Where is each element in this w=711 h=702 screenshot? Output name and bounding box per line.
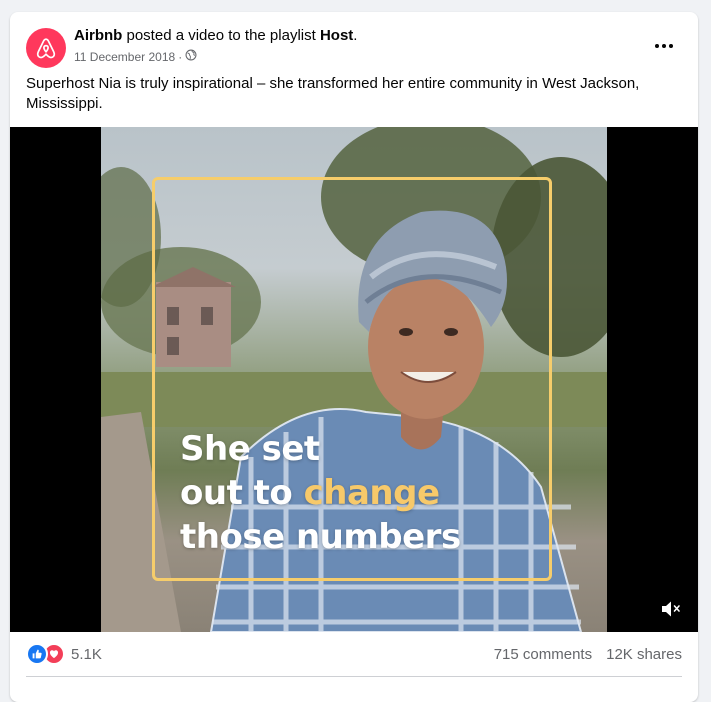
more-options-button[interactable] [646, 34, 682, 58]
page-avatar[interactable] [26, 28, 66, 68]
overlay-highlight-word: change [303, 473, 440, 513]
post-author-line: Airbnb posted a video to the playlist Ho… [74, 26, 357, 46]
overlay-line-3: those numbers [180, 517, 461, 557]
comments-count-link[interactable]: 715 comments [494, 646, 592, 663]
post-meta: Airbnb posted a video to the playlist Ho… [74, 26, 357, 66]
reactions-summary[interactable]: 5.1K [26, 643, 102, 665]
post-date-link[interactable]: 11 December 2018 [74, 48, 175, 66]
overlay-line-2: out to change [180, 471, 461, 515]
video-frame: She set out to change those numbers [101, 127, 607, 632]
reaction-count: 5.1K [71, 645, 102, 663]
page-name-link[interactable]: Airbnb [74, 27, 122, 44]
post-subline: 11 December 2018 · [74, 48, 357, 66]
video-overlay-text: She set out to change those numbers [180, 427, 461, 559]
airbnb-logo-icon [36, 38, 56, 59]
post-action-punct: . [353, 27, 358, 44]
mute-toggle-button[interactable] [658, 598, 684, 620]
volume-muted-icon [662, 601, 680, 617]
globe-icon [185, 48, 197, 66]
meta-separator: · [178, 50, 183, 64]
overlay-line-1: She set [180, 429, 320, 469]
shares-count-link[interactable]: 12K shares [606, 646, 682, 663]
ellipsis-icon [655, 44, 673, 48]
reaction-icons [26, 643, 65, 665]
overlay-line-2-prefix: out to [180, 473, 304, 513]
post-action-text: posted a video to the playlist [122, 27, 320, 44]
stats-divider [26, 676, 682, 677]
like-reaction-icon [26, 643, 48, 665]
post-caption: Superhost Nia is truly inspirational – s… [26, 75, 640, 112]
post-card: Airbnb posted a video to the playlist Ho… [10, 12, 698, 702]
post-stats: 5.1K 715 comments 12K shares [26, 642, 682, 666]
video-player[interactable]: She set out to change those numbers [10, 127, 698, 632]
engagement-counts: 715 comments 12K shares [494, 646, 682, 663]
post-header: Airbnb posted a video to the playlist Ho… [26, 26, 682, 68]
playlist-link[interactable]: Host [320, 27, 353, 44]
